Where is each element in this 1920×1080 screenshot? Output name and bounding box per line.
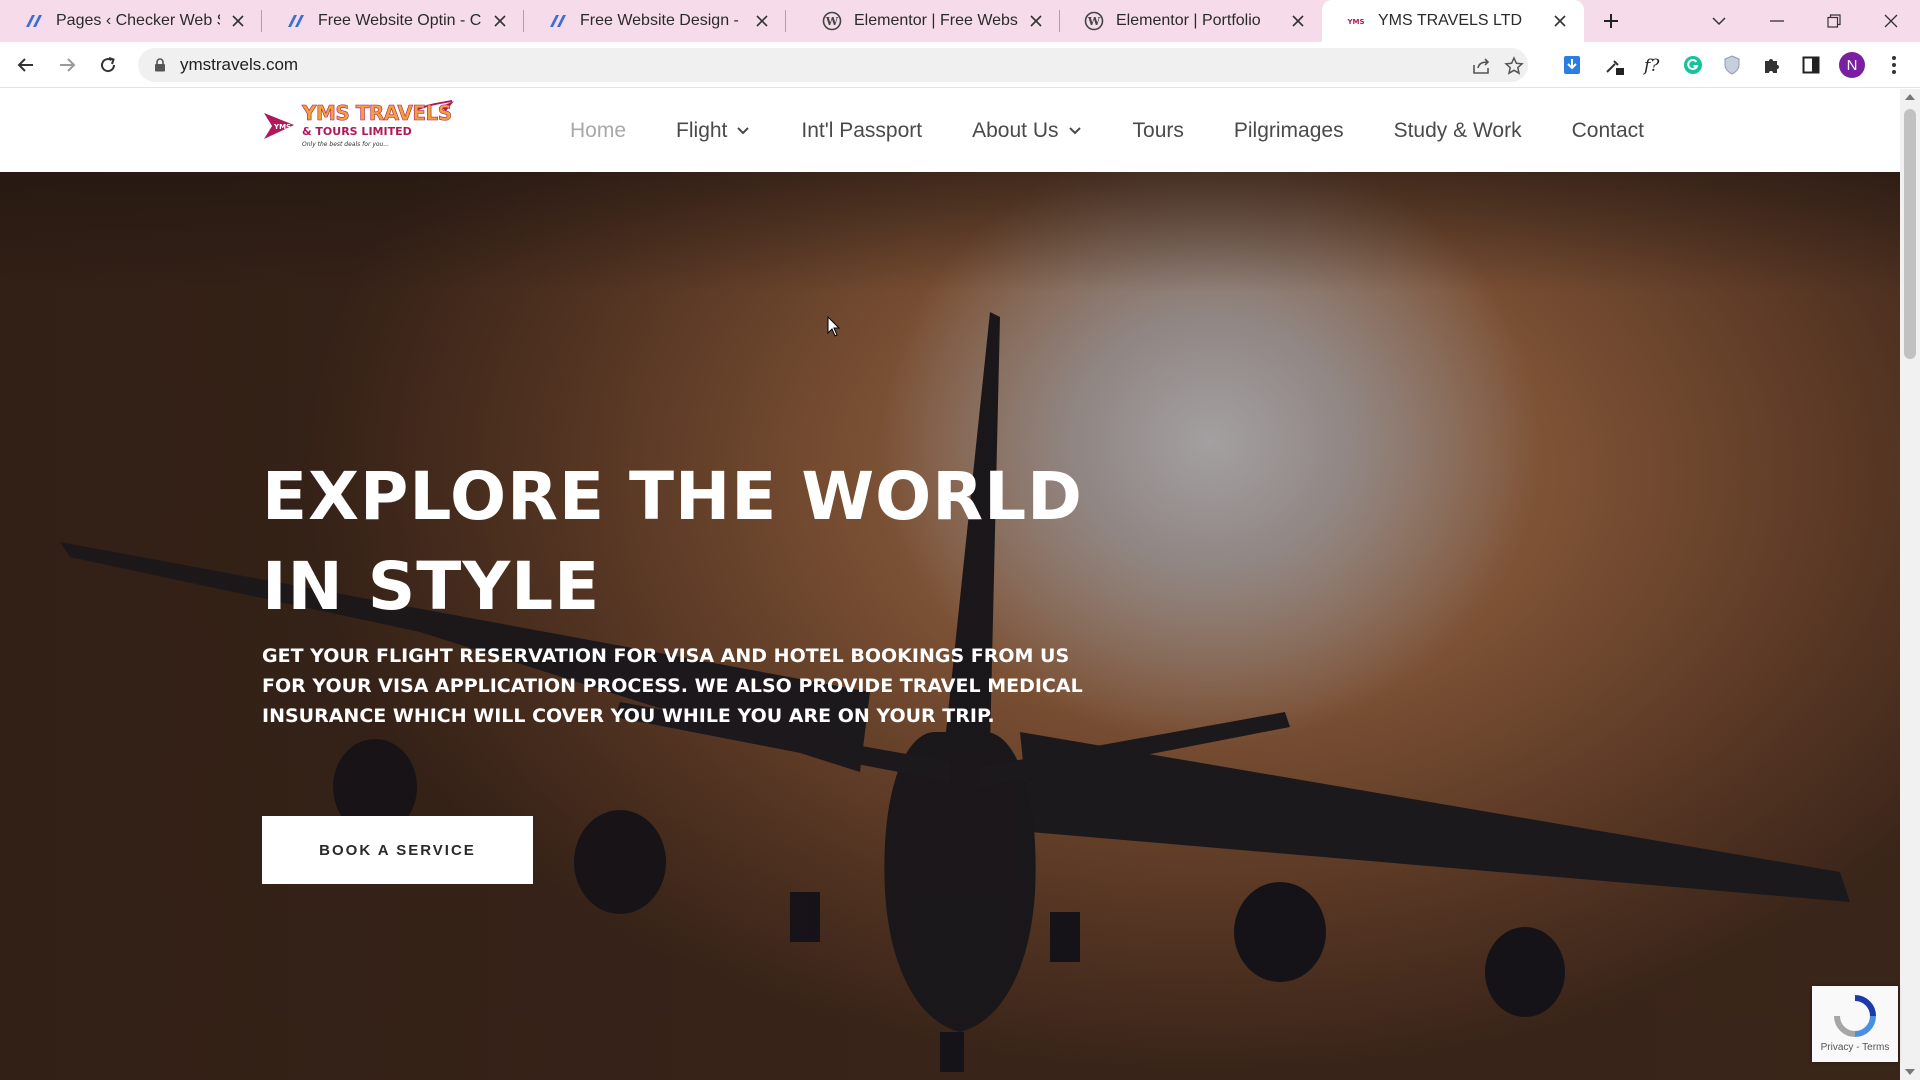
close-window-icon[interactable] xyxy=(1876,6,1906,36)
page-viewport: YMS YMS TRAVELS & TOURS LIMITED Only the… xyxy=(0,89,1900,1080)
nav-study-work[interactable]: Study & Work xyxy=(1394,119,1522,143)
scroll-up-icon[interactable] xyxy=(1904,91,1916,103)
new-tab-button[interactable] xyxy=(1598,8,1624,34)
scroll-down-icon[interactable] xyxy=(1904,1066,1916,1078)
share-icon[interactable] xyxy=(1470,54,1494,78)
page-scrollbar[interactable] xyxy=(1900,89,1920,1080)
tab-title: Elementor | Portfolio xyxy=(1116,12,1261,29)
shield-extension-icon[interactable] xyxy=(1718,51,1746,79)
tab-title: Pages ‹ Checker Web Servic xyxy=(56,12,220,29)
nav-contact[interactable]: Contact xyxy=(1572,119,1644,143)
close-icon[interactable] xyxy=(1550,11,1570,31)
bookmark-star-icon[interactable] xyxy=(1502,54,1526,78)
nav-flight[interactable]: Flight xyxy=(676,119,751,143)
recaptcha-links[interactable]: Privacy - Terms xyxy=(1821,1042,1890,1053)
main-navigation: Home Flight Int'l Passport About Us Tour… xyxy=(570,89,1644,172)
svg-text:YMS: YMS xyxy=(1346,18,1364,26)
browser-toolbar: ymstravels.com f? N xyxy=(0,42,1920,88)
nav-home[interactable]: Home xyxy=(570,119,626,143)
tab-search-icon[interactable] xyxy=(1704,6,1734,36)
tab-title: Free Website Optin - Check xyxy=(318,12,482,29)
logo-title: YMS TRAVELS xyxy=(302,101,453,126)
url-text[interactable]: ymstravels.com xyxy=(180,55,298,75)
yms-icon: YMS xyxy=(1346,11,1366,31)
close-icon[interactable] xyxy=(1288,11,1308,31)
tab-strip: Pages ‹ Checker Web Servic Free Website … xyxy=(0,0,1920,42)
nav-tours[interactable]: Tours xyxy=(1133,119,1184,143)
download-extension-icon[interactable] xyxy=(1558,51,1586,79)
wordpress-icon: W xyxy=(822,11,842,31)
logo-subtitle: & TOURS LIMITED xyxy=(302,125,412,138)
browser-tab[interactable]: Free Website Design - Chec xyxy=(524,0,786,42)
back-button[interactable] xyxy=(12,51,40,79)
wordpress-icon: W xyxy=(1084,11,1104,31)
site-logo[interactable]: YMS YMS TRAVELS & TOURS LIMITED Only the… xyxy=(264,99,456,155)
browser-tab[interactable]: W Elementor | Portfolio xyxy=(1060,0,1322,42)
hero-title: EXPLORE THE WORLD IN STYLE xyxy=(262,458,1083,625)
hero-subtitle: GET YOUR FLIGHT RESERVATION FOR VISA AND… xyxy=(262,645,1083,727)
svg-text:W: W xyxy=(825,15,839,28)
browser-tab[interactable]: Free Website Optin - Check xyxy=(262,0,524,42)
grammarly-icon[interactable] xyxy=(1679,51,1707,79)
logo-tagline: Only the best deals for you... xyxy=(302,141,390,148)
close-icon[interactable] xyxy=(752,11,772,31)
forward-button[interactable] xyxy=(53,51,81,79)
browser-tab[interactable]: W Elementor | Free Website D xyxy=(798,0,1060,42)
address-bar[interactable]: ymstravels.com xyxy=(138,48,1528,82)
lock-icon[interactable] xyxy=(152,57,168,73)
scrollbar-thumb[interactable] xyxy=(1904,109,1916,359)
tab-title: Elementor | Free Website D xyxy=(854,12,1018,29)
side-panel-icon[interactable] xyxy=(1797,51,1825,79)
browser-tab[interactable]: Pages ‹ Checker Web Servic xyxy=(0,0,262,42)
chevron-down-icon xyxy=(1068,124,1083,138)
mouse-cursor-icon xyxy=(827,316,841,337)
tab-title: YMS TRAVELS LTD xyxy=(1378,12,1523,29)
whatfont-extension-icon[interactable]: f? xyxy=(1640,51,1668,79)
nav-about-us[interactable]: About Us xyxy=(972,119,1082,143)
astra-icon xyxy=(286,11,306,31)
eyedropper-extension-icon[interactable] xyxy=(1600,51,1628,79)
close-icon[interactable] xyxy=(1026,11,1046,31)
puzzle-extensions-icon[interactable] xyxy=(1758,51,1786,79)
svg-text:YMS: YMS xyxy=(273,123,291,131)
site-header: YMS YMS TRAVELS & TOURS LIMITED Only the… xyxy=(0,89,1900,172)
recaptcha-badge[interactable]: Privacy - Terms xyxy=(1812,986,1898,1062)
book-a-service-button[interactable]: BOOK A SERVICE xyxy=(262,816,533,884)
nav-intl-passport[interactable]: Int'l Passport xyxy=(801,119,922,143)
restore-icon[interactable] xyxy=(1819,6,1849,36)
chevron-down-icon xyxy=(737,124,751,138)
tab-title: Free Website Design - Chec xyxy=(580,12,744,29)
nav-pilgrimages[interactable]: Pilgrimages xyxy=(1234,119,1344,143)
browser-tab-active[interactable]: YMS YMS TRAVELS LTD xyxy=(1322,0,1584,42)
astra-icon xyxy=(548,11,568,31)
svg-text:f?: f? xyxy=(1642,56,1660,76)
svg-text:W: W xyxy=(1087,15,1101,28)
profile-avatar[interactable]: N xyxy=(1838,51,1866,79)
close-icon[interactable] xyxy=(228,11,248,31)
hero-section: EXPLORE THE WORLD IN STYLE GET YOUR FLIG… xyxy=(0,172,1900,1080)
close-icon[interactable] xyxy=(490,11,510,31)
reload-button[interactable] xyxy=(94,51,122,79)
recaptcha-icon xyxy=(1834,995,1876,1037)
astra-icon xyxy=(24,11,44,31)
profile-initial: N xyxy=(1846,56,1858,74)
minimize-icon[interactable] xyxy=(1762,6,1792,36)
more-menu-icon[interactable] xyxy=(1880,51,1908,79)
